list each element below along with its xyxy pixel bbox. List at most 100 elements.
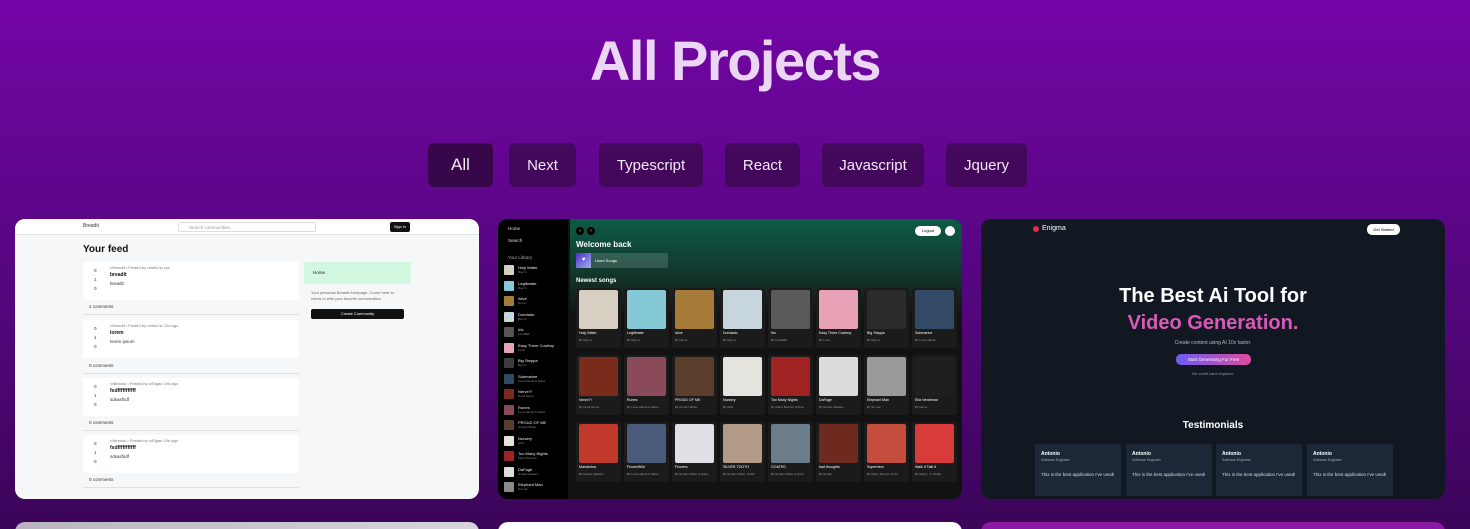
song-title: Elephant Man [867,398,890,402]
post-vote-count: 0 [94,384,97,389]
song-title: Easy There Cowboy [819,331,852,335]
filter-javascript[interactable]: Javascript [822,143,924,187]
post-meta: r/dilmook • Posted by u/Elgau 19d ago [110,438,178,443]
filter-bar: All Next Typescript React Javascript Jqu… [0,143,1470,187]
song-cover [771,424,810,463]
song-artist: By Ray G [627,338,640,342]
filter-all[interactable]: All [428,143,493,187]
preview-sidebar: Home Search Your Library Holy Water Ray G… [498,219,568,499]
song-cover [723,424,762,463]
post-vote-count: 1 [94,393,97,398]
preview-create-community-button: Create Community [311,309,404,319]
divider [83,314,299,315]
heart-icon: ♥ [576,253,591,268]
song-cover [819,357,858,396]
song-artist: By Luca Hands & Salve [627,405,659,409]
testimonial-card: Antonio Software Engineer This is the be… [1216,444,1302,496]
project-card-row2-1[interactable] [15,522,479,529]
song-title: Nursery [723,398,736,402]
project-card-row2-2[interactable] [498,522,962,529]
song-title: Nerve?! [579,398,592,402]
preview-header: Breadit Search communities... Sign in [15,219,479,235]
song-artist: By Armani White, ASAP [723,472,755,476]
song-cover [867,424,906,463]
song-title: Iris [771,331,776,335]
filter-react[interactable]: React [725,143,800,187]
library-item: Dondado Ray G [504,311,564,322]
song-cover [579,424,618,463]
library-item-artist: Ray G [518,270,527,274]
preview-headline-accent: Video Generation. [1127,312,1299,334]
testimonial-name: Antonio [1132,451,1151,457]
song-title: DaFage [819,398,832,402]
song-cover [867,357,906,396]
song-cover [915,357,954,396]
library-item-cover [504,420,514,430]
song-cover [771,290,810,329]
library-item-cover [504,482,514,492]
song-title: Walk It Talk It [915,465,937,469]
song-artist: By Ray G [579,338,592,342]
project-card-enigma[interactable]: Enigma Get Started The Best Ai Tool for … [981,219,1445,499]
library-item-cover [504,311,514,322]
song-cover [867,290,906,329]
song-artist: By Ray G [867,338,880,342]
song-artist: By Dyna Nemo [579,405,600,409]
preview-post: 0 1 0 r/dilmook • Posted by u/Elgau 19d ag… [83,378,299,416]
library-item-artist: Nemo [518,301,527,305]
project-card-breadit[interactable]: Breadit Search communities... Sign in Yo… [15,219,479,499]
song-title: PROUD OF ME [675,398,701,402]
library-item-cover [504,389,514,399]
filter-next[interactable]: Next [509,143,576,187]
song-card: Holy Water By Ray G [576,288,621,348]
post-meta: r/breadit • Posted by u/ahs-hu 12d ago [110,323,179,328]
song-title: Holy Water [579,331,597,335]
library-item: DaFage Dudes Kaldaon [504,466,564,477]
song-title: FlowerWild [627,465,645,469]
song-cover [675,357,714,396]
library-item-cover [504,466,514,477]
song-card: PROUD OF ME By Armani White [672,355,717,415]
song-card: Easy There Cowboy By Luca [816,288,861,348]
song-card: Walk It Talk It By Migos , ft. Drake [912,422,957,482]
testimonial-role: Software Engineer [1313,458,1342,462]
preview-note: No credit card required. [1192,371,1234,376]
library-item: Nursery Acid [504,435,564,446]
song-card: Superhero By Metro Boomin & Fut [864,422,909,482]
song-cover [771,357,810,396]
filter-jquery[interactable]: Jquery [946,143,1027,187]
song-title: Ella Vendeivar [915,398,938,402]
song-artist: By Nemo [915,405,928,409]
preview-post: 0 1 0 r/dilmook • Posted by u/Elgau 19d ag… [83,435,299,473]
post-body: breadit [110,281,124,286]
library-item-cover [504,342,514,353]
song-title: Alive [675,331,683,335]
library-item-cover [504,327,514,337]
library-item-artist: Luca Hands & Salve [518,378,546,383]
post-vote-count: 1 [94,335,97,340]
back-icon: ‹ [576,227,584,235]
song-cover [915,424,954,463]
liked-songs-label: Liked Songs [595,258,618,263]
preview-testimonials-heading: Testimonials [1182,420,1244,431]
library-item: Legitimate Ray G [504,280,564,291]
project-card-row2-3[interactable] [981,522,1445,529]
preview-newest-heading: Newest songs [576,278,617,284]
library-item-cover [504,435,514,446]
filter-typescript[interactable]: Typescript [599,143,703,187]
song-artist: By Luca Hands & Salve [627,472,659,476]
song-card: Submarine By Luca Hands [912,288,957,348]
library-item-artist: Ray G [518,316,527,321]
preview-home-panel: Home [304,262,411,284]
library-item: Iris LoreREF [504,327,564,337]
song-artist: By Armani White & Dyna [771,472,804,476]
library-item: Elephant Man Su Luk [504,482,564,492]
song-artist: By Luca [819,338,830,342]
testimonial-name: Antonio [1041,451,1060,457]
testimonial-text: This is the best application I've used! [1313,472,1387,477]
divider [83,373,299,374]
testimonial-card: Antonio Software Engineer This is the be… [1126,444,1212,496]
post-vote-count: 0 [94,268,97,273]
project-card-spotify[interactable]: Home Search Your Library Holy Water Ray G… [498,219,962,499]
user-icon [945,226,955,236]
